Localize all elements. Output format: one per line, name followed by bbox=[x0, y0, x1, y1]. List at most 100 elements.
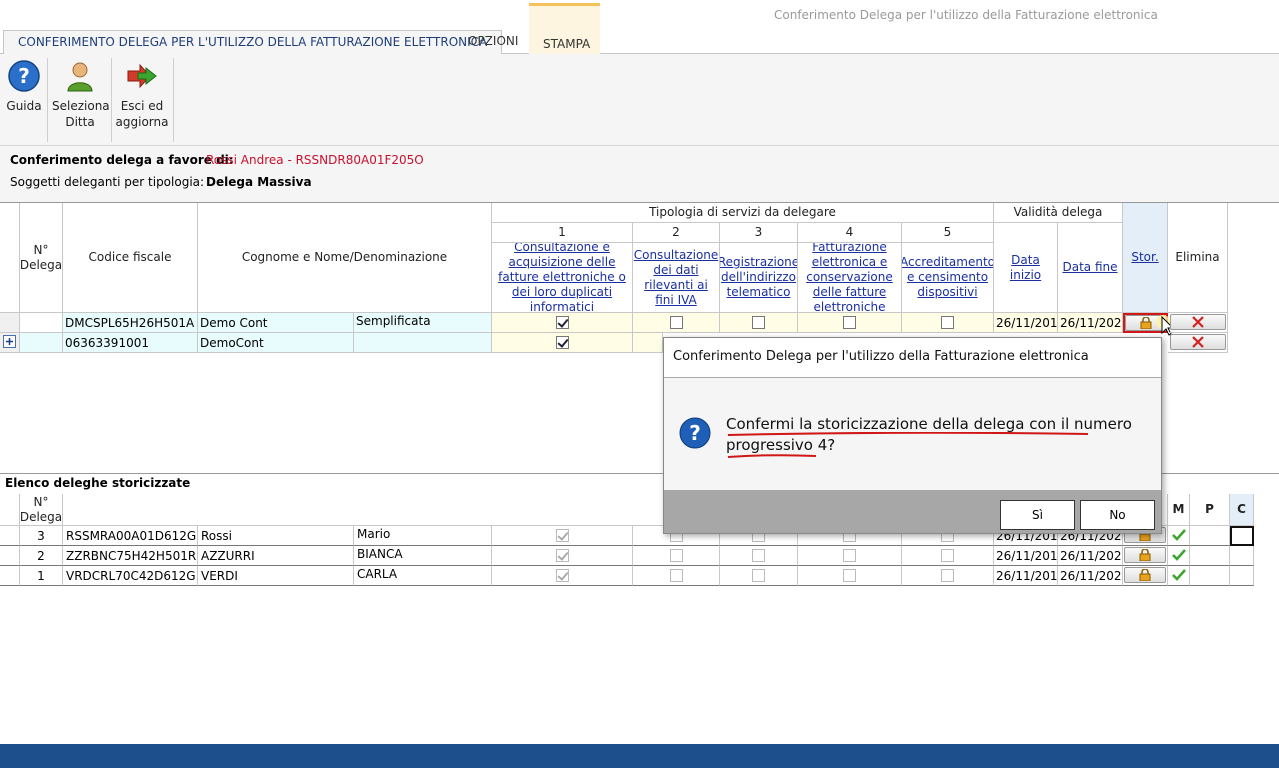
hist-codice-cell[interactable]: VRDCRL70C42D612G bbox=[63, 566, 198, 586]
service-1-checkbox[interactable] bbox=[555, 316, 569, 329]
ndelega-cell[interactable] bbox=[20, 333, 63, 353]
hist-service-4-cell[interactable] bbox=[798, 546, 902, 566]
service-5-link[interactable]: Accreditamento e censimento dispositivi bbox=[902, 255, 993, 300]
row-indicator[interactable] bbox=[0, 526, 20, 546]
service-5-cell[interactable] bbox=[902, 313, 994, 333]
hist-service-1-checkbox[interactable] bbox=[555, 549, 569, 562]
stor-header[interactable]: Stor. bbox=[1123, 203, 1168, 313]
hist-cognome-cell[interactable]: AZZURRI bbox=[198, 546, 354, 566]
tab-conferimento[interactable]: CONFERIMENTO DELEGA PER L'UTILIZZO DELLA… bbox=[3, 30, 503, 55]
elimina-cell[interactable] bbox=[1168, 313, 1228, 333]
service-2-checkbox[interactable] bbox=[669, 316, 683, 329]
hist-data-inizio-cell[interactable]: 26/11/2018 bbox=[994, 566, 1058, 586]
hist-service-3-cell[interactable] bbox=[720, 566, 798, 586]
hist-codice-cell[interactable]: RSSMRA00A01D612G bbox=[63, 526, 198, 546]
hist-service-5-cell[interactable] bbox=[902, 566, 994, 586]
nome-cell[interactable]: DemoCont bbox=[198, 333, 354, 353]
service-3-cell[interactable] bbox=[720, 313, 798, 333]
hist-c-cell[interactable] bbox=[1230, 526, 1254, 546]
service-3-checkbox[interactable] bbox=[752, 316, 765, 329]
hist-data-fine-cell[interactable]: 26/11/2020 bbox=[1058, 566, 1123, 586]
elimina-button[interactable] bbox=[1169, 334, 1226, 350]
hist-lock-button[interactable] bbox=[1124, 547, 1166, 563]
tab-stampa[interactable]: STAMPA bbox=[529, 3, 600, 54]
hist-n-cell[interactable]: 2 bbox=[20, 546, 63, 566]
hist-c-cell[interactable] bbox=[1230, 566, 1254, 586]
hist-service-5-cell[interactable] bbox=[902, 546, 994, 566]
elimina-cell[interactable] bbox=[1168, 333, 1228, 353]
hist-service-1-cell[interactable] bbox=[492, 566, 633, 586]
service-4-checkbox[interactable] bbox=[843, 316, 856, 329]
service-5-checkbox[interactable] bbox=[941, 316, 954, 329]
service-1-header[interactable]: Consultazione e acquisizione delle fattu… bbox=[492, 243, 633, 313]
stor-link[interactable]: Stor. bbox=[1131, 250, 1158, 265]
codice-cell[interactable]: 06363391001 bbox=[63, 333, 198, 353]
service-1-checkbox[interactable] bbox=[555, 336, 569, 349]
service-1-cell[interactable] bbox=[492, 313, 633, 333]
tab-opzioni[interactable]: OPZIONI bbox=[454, 30, 532, 54]
hist-service-1-checkbox[interactable] bbox=[555, 569, 569, 582]
service-3-header[interactable]: Registrazione dell'indirizzo telematico bbox=[720, 243, 798, 313]
row-indicator[interactable] bbox=[0, 546, 20, 566]
hist-service-1-checkbox[interactable] bbox=[555, 529, 569, 542]
hist-lock-cell[interactable] bbox=[1123, 566, 1168, 586]
hist-nome-cell[interactable]: CARLA bbox=[354, 566, 492, 586]
hist-service-1-cell[interactable] bbox=[492, 546, 633, 566]
hist-service-4-checkbox[interactable] bbox=[843, 549, 856, 562]
tipo-cell[interactable] bbox=[354, 333, 492, 353]
hist-service-5-checkbox[interactable] bbox=[941, 569, 954, 582]
row-indicator[interactable] bbox=[0, 566, 20, 586]
hist-nome-cell[interactable]: BIANCA bbox=[354, 546, 492, 566]
hist-nome-cell[interactable]: Mario bbox=[354, 526, 492, 546]
hist-service-2-checkbox[interactable] bbox=[669, 549, 683, 562]
data-fine-cell[interactable]: 26/11/2020 bbox=[1058, 313, 1123, 333]
service-2-link[interactable]: Consultazione dei dati rilevanti ai fini… bbox=[634, 248, 719, 308]
hist-data-inizio-cell[interactable]: 26/11/2018 bbox=[994, 546, 1058, 566]
hist-n-cell[interactable]: 1 bbox=[20, 566, 63, 586]
hist-service-3-checkbox[interactable] bbox=[752, 569, 765, 582]
service-4-header[interactable]: Fatturazione elettronica e conservazione… bbox=[798, 243, 902, 313]
hist-data-fine-cell[interactable]: 26/11/2020 bbox=[1058, 546, 1123, 566]
hist-service-3-checkbox[interactable] bbox=[752, 549, 765, 562]
hist-cognome-cell[interactable]: Rossi bbox=[198, 526, 354, 546]
row-indicator[interactable] bbox=[0, 313, 20, 333]
yes-button[interactable]: Sì bbox=[1000, 500, 1075, 530]
codice-cell[interactable]: DMCSPL65H26H501A bbox=[63, 313, 198, 333]
service-2-header[interactable]: Consultazione dei dati rilevanti ai fini… bbox=[633, 243, 720, 313]
service-1-link[interactable]: Consultazione e acquisizione delle fattu… bbox=[494, 243, 630, 312]
service-2-cell[interactable] bbox=[633, 333, 663, 353]
guida-button[interactable]: ? Guida bbox=[4, 60, 44, 114]
service-4-cell[interactable] bbox=[798, 313, 902, 333]
data-inizio-cell[interactable]: 26/11/2018 bbox=[994, 313, 1058, 333]
hist-service-2-checkbox[interactable] bbox=[669, 569, 683, 582]
hist-codice-cell[interactable]: ZZRBNC75H42H501R bbox=[63, 546, 198, 566]
data-fine-link[interactable]: Data fine bbox=[1062, 260, 1117, 275]
hist-n-cell[interactable]: 3 bbox=[20, 526, 63, 546]
service-1-cell[interactable] bbox=[492, 333, 633, 353]
nome-cell[interactable]: Demo Cont bbox=[198, 313, 354, 333]
service-3-link[interactable]: Registrazione dell'indirizzo telematico bbox=[720, 255, 797, 300]
seleziona-ditta-button[interactable]: Seleziona Ditta bbox=[52, 60, 110, 130]
hist-lock-button[interactable] bbox=[1124, 567, 1166, 583]
hist-service-4-cell[interactable] bbox=[798, 566, 902, 586]
data-fine-header[interactable]: Data fine bbox=[1058, 223, 1123, 313]
hist-service-3-cell[interactable] bbox=[720, 546, 798, 566]
expand-plus-icon[interactable] bbox=[3, 335, 16, 348]
esci-aggiorna-button[interactable]: Esci ed aggiorna bbox=[114, 60, 170, 130]
hist-service-1-cell[interactable] bbox=[492, 526, 633, 546]
hist-service-2-cell[interactable] bbox=[633, 546, 720, 566]
hist-c-cell[interactable] bbox=[1230, 546, 1254, 566]
service-2-cell[interactable] bbox=[633, 313, 720, 333]
hist-service-5-checkbox[interactable] bbox=[941, 549, 954, 562]
no-button[interactable]: No bbox=[1080, 500, 1155, 530]
data-inizio-link[interactable]: Data inizio bbox=[994, 253, 1057, 283]
hist-lock-cell[interactable] bbox=[1123, 546, 1168, 566]
hist-cognome-cell[interactable]: VERDI bbox=[198, 566, 354, 586]
hist-service-4-checkbox[interactable] bbox=[843, 569, 856, 582]
service-4-link[interactable]: Fatturazione elettronica e conservazione… bbox=[800, 243, 899, 312]
row-expander[interactable] bbox=[0, 333, 20, 353]
tipo-cell[interactable]: Semplificata bbox=[354, 313, 492, 333]
elimina-button[interactable] bbox=[1169, 314, 1226, 330]
service-5-header[interactable]: Accreditamento e censimento dispositivi bbox=[902, 243, 994, 313]
hist-service-2-cell[interactable] bbox=[633, 566, 720, 586]
